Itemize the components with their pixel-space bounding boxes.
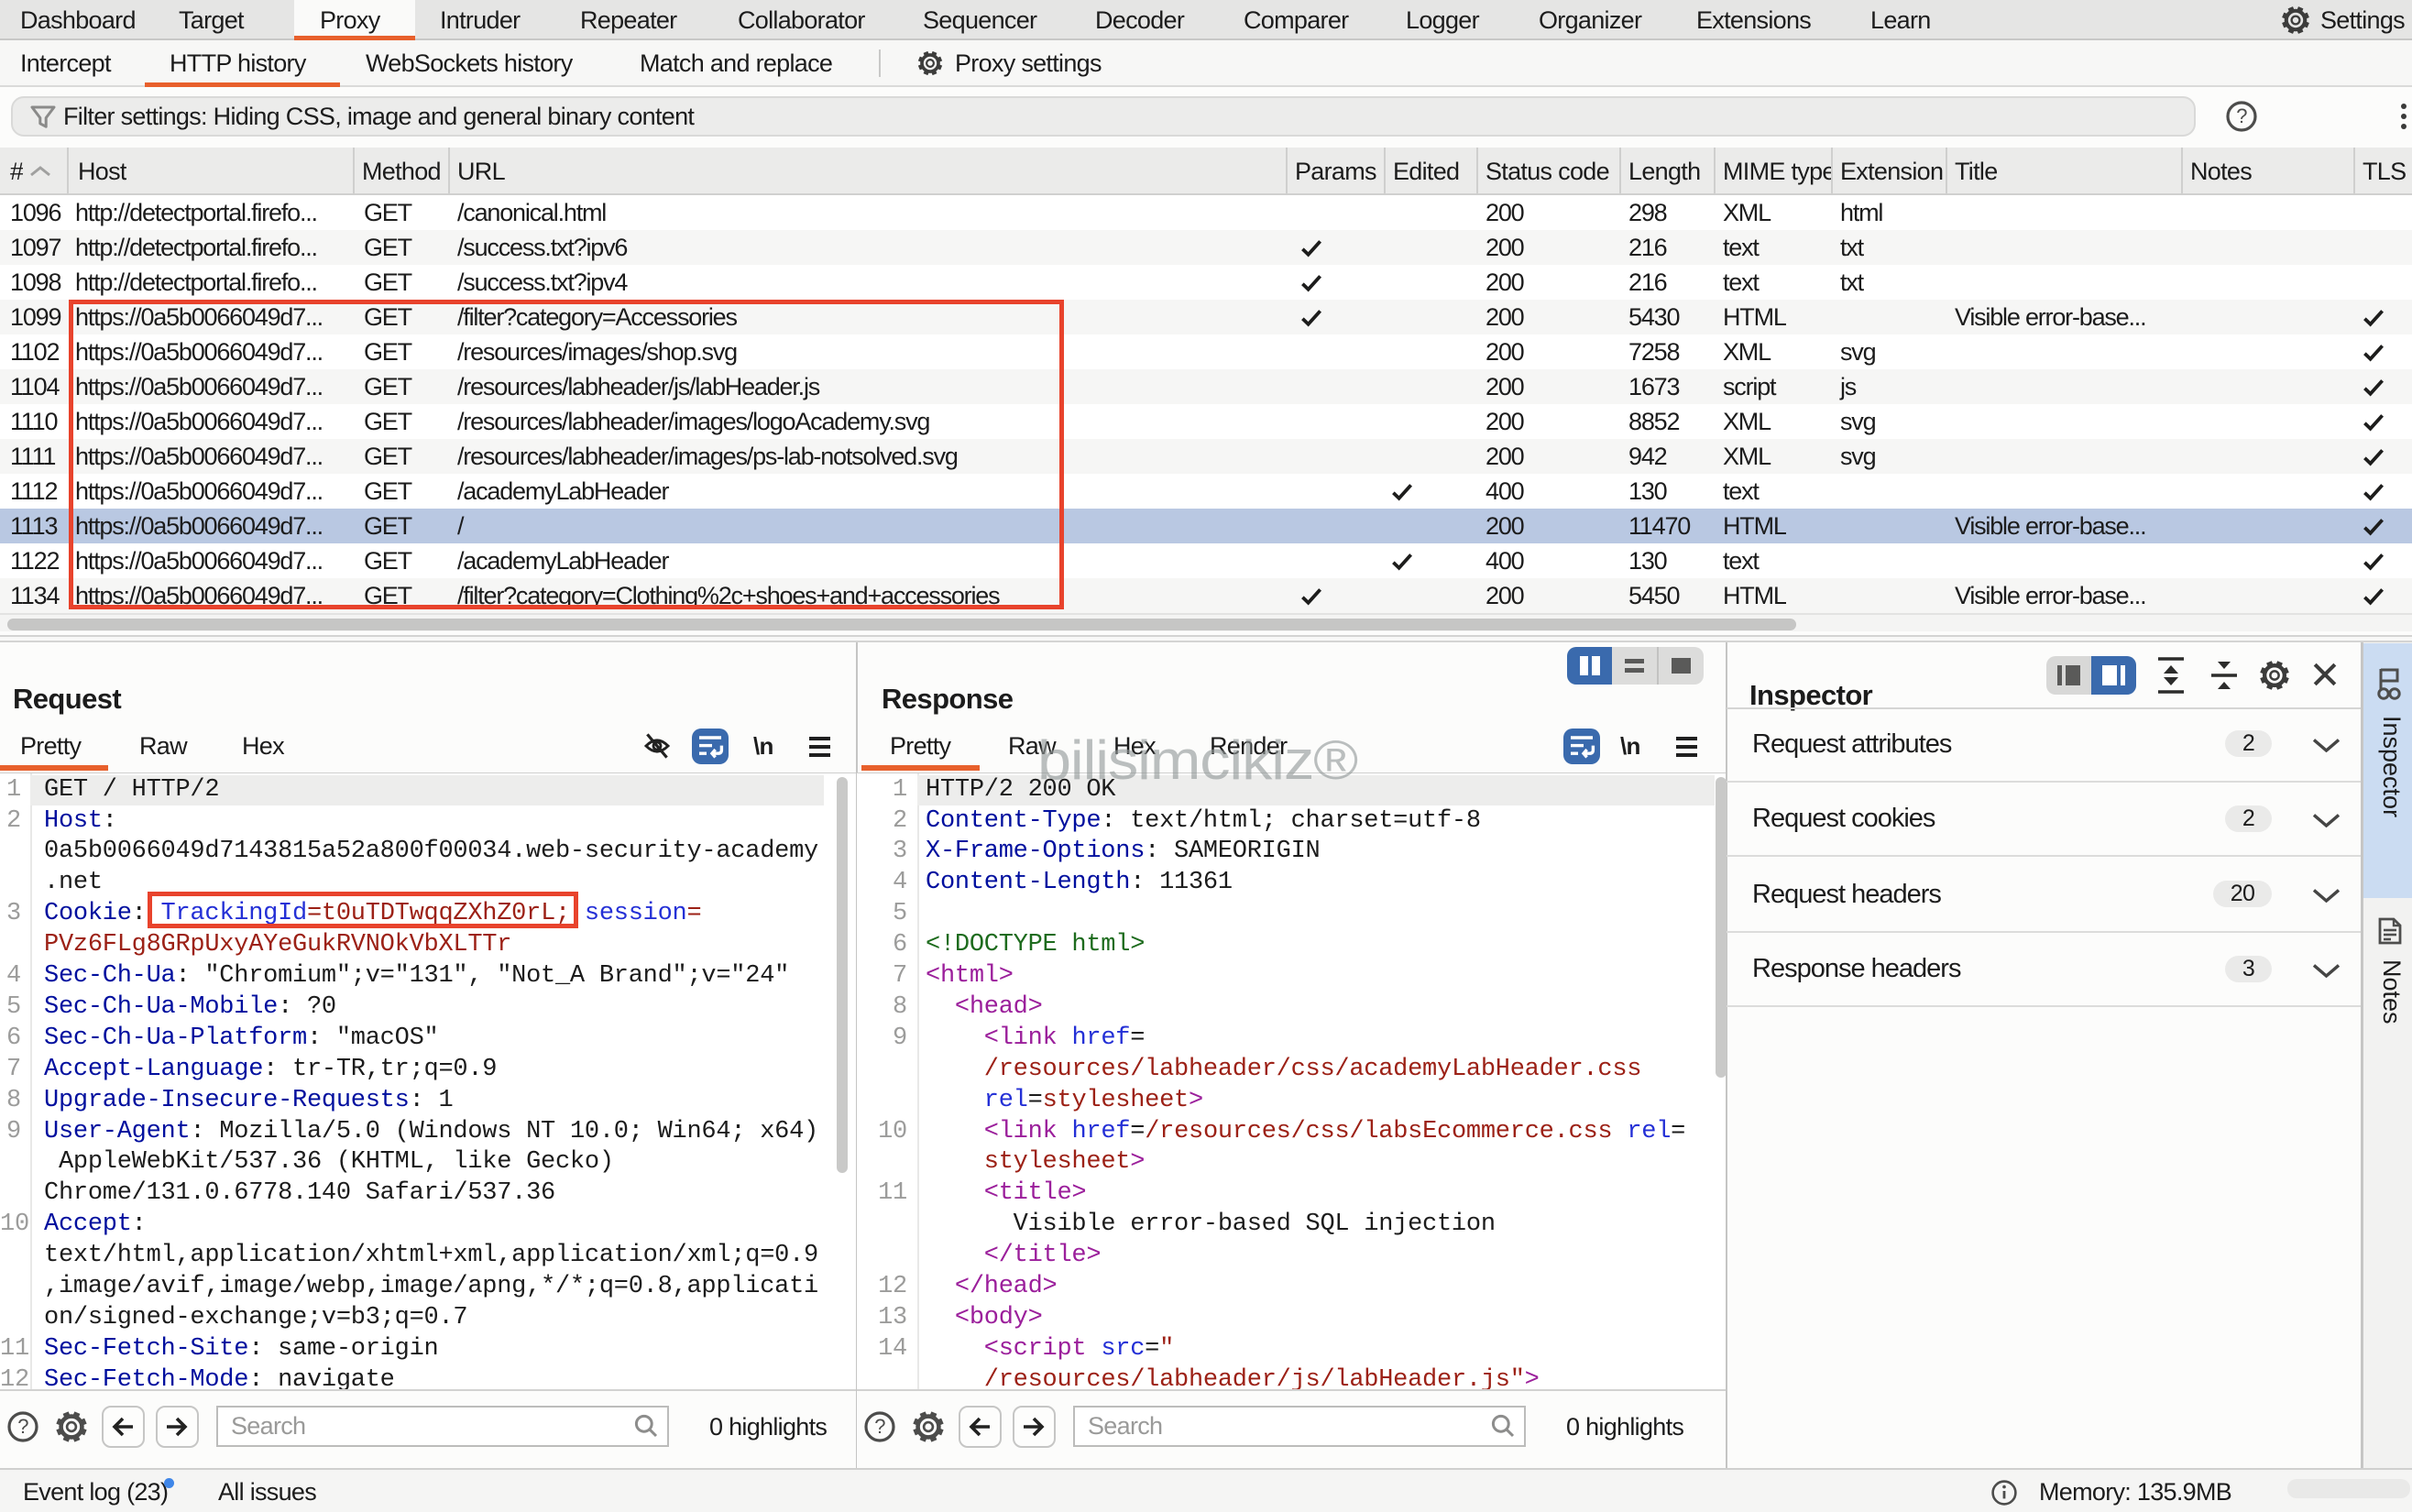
svg-text:?: ? bbox=[874, 1415, 885, 1438]
svg-text:?: ? bbox=[17, 1415, 28, 1438]
svg-text:?: ? bbox=[2236, 104, 2247, 127]
